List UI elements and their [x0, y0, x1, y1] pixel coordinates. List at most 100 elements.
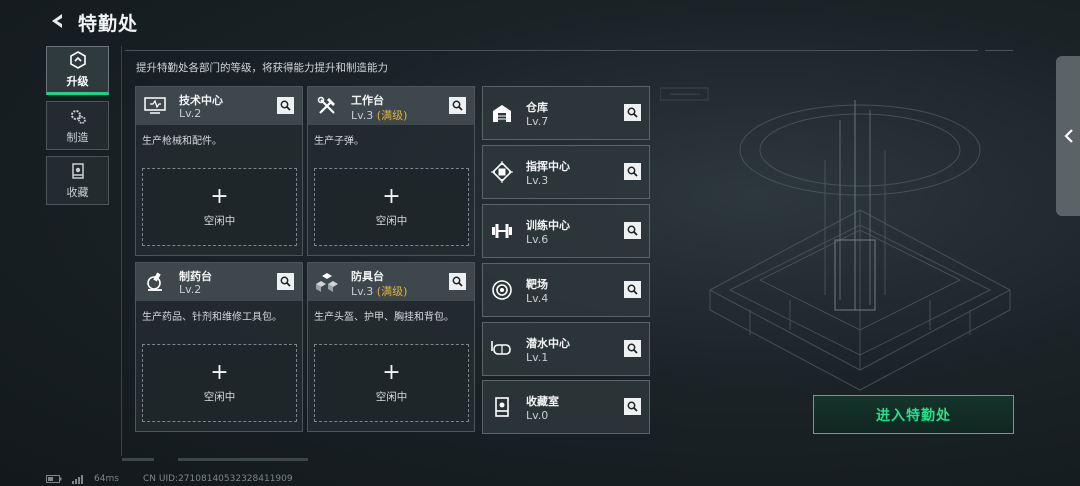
base-blueprint-illustration	[660, 87, 1012, 391]
search-icon	[627, 107, 638, 118]
card-name: 靶场	[526, 278, 548, 291]
user-id: CN UID:271081405323284119​09	[143, 474, 293, 484]
facility-card-shooting-range[interactable]: 靶场 Lv.4	[482, 263, 650, 317]
back-arrow-icon	[52, 14, 62, 28]
detail-button[interactable]	[449, 273, 466, 290]
detail-button[interactable]	[624, 104, 641, 121]
slot-status: 空闲中	[375, 390, 408, 403]
facility-card-training-center[interactable]: 训练中心 Lv.6	[482, 204, 650, 258]
search-icon	[627, 401, 638, 412]
side-panel-toggle[interactable]	[1056, 56, 1080, 216]
card-header: 制药台 Lv.2	[136, 263, 302, 301]
card-description: 生产子弹。	[314, 136, 364, 147]
detail-button[interactable]	[624, 281, 641, 298]
card-name: 训练中心	[526, 219, 570, 232]
detail-button[interactable]	[277, 273, 294, 290]
production-slot[interactable]: + 空闲中	[142, 344, 297, 422]
tools-icon	[314, 94, 340, 118]
card-level: Lv.2	[179, 283, 201, 296]
display-case-icon	[489, 395, 515, 419]
card-level: Lv.7	[526, 115, 549, 128]
card-description: 生产枪械和配件。	[142, 136, 222, 147]
facility-card-tech-center[interactable]: 技术中心 Lv.2 生产枪械和配件。 + 空闲中	[135, 86, 303, 256]
detail-button[interactable]	[277, 97, 294, 114]
nav-label: 升级	[66, 75, 89, 88]
chip-icon	[489, 160, 515, 184]
card-name: 制药台	[179, 270, 212, 283]
level-value: Lv.2	[179, 283, 202, 296]
level-value: Lv.3	[351, 109, 374, 122]
bottom-decoration	[122, 458, 308, 461]
level-value: Lv.2	[179, 107, 202, 120]
card-name: 工作台	[351, 94, 384, 107]
facility-card-workbench[interactable]: 工作台 Lv.3 (满级) 生产子弹。 + 空闲中	[307, 86, 475, 256]
upgrade-icon	[68, 50, 88, 70]
card-name: 潜水中心	[526, 337, 570, 350]
header-divider-short	[985, 50, 1013, 51]
card-description: 生产药品、针剂和维修工具包。	[142, 312, 282, 323]
card-level: Lv.3 (满级)	[351, 107, 407, 123]
target-icon	[489, 278, 515, 302]
card-header: 防具台 Lv.3 (满级)	[308, 263, 474, 301]
ping-text: 64ms	[94, 474, 119, 484]
side-nav: 升级 制造 收藏	[46, 46, 109, 211]
header-divider	[125, 50, 978, 51]
detail-button[interactable]	[449, 97, 466, 114]
nav-item-upgrade[interactable]: 升级	[46, 46, 109, 95]
production-slot[interactable]: + 空闲中	[314, 344, 469, 422]
level-value: Lv.3	[351, 285, 374, 298]
gears-icon	[68, 106, 88, 126]
facility-card-diving-center[interactable]: 潜水中心 Lv.1	[482, 322, 650, 376]
nav-label: 收藏	[66, 186, 89, 199]
search-icon	[627, 225, 638, 236]
facility-card-warehouse[interactable]: 仓库 Lv.7	[482, 86, 650, 140]
search-icon	[627, 343, 638, 354]
dumbbell-icon	[489, 219, 515, 243]
nav-label: 制造	[66, 131, 89, 144]
microscope-icon	[142, 270, 168, 294]
nav-item-collection[interactable]: 收藏	[46, 156, 109, 205]
search-icon	[452, 276, 463, 287]
collection-icon	[68, 161, 88, 181]
warehouse-icon	[489, 101, 515, 125]
facility-card-command-center[interactable]: 指挥中心 Lv.3	[482, 145, 650, 199]
diving-mask-icon	[489, 337, 515, 361]
facility-card-armor-bench[interactable]: 防具台 Lv.3 (满级) 生产头盔、护甲、胸挂和背包。 + 空闲中	[307, 262, 475, 432]
monitor-icon	[142, 94, 168, 118]
slot-status: 空闲中	[203, 214, 236, 227]
search-icon	[627, 284, 638, 295]
plus-icon: +	[210, 183, 229, 209]
card-header: 工作台 Lv.3 (满级)	[308, 87, 474, 125]
detail-button[interactable]	[624, 340, 641, 357]
battery-icon	[46, 475, 62, 483]
plus-icon: +	[382, 359, 401, 385]
cubes-icon	[314, 270, 340, 294]
search-icon	[280, 276, 291, 287]
max-level-badge: (满级)	[376, 109, 408, 122]
card-name: 收藏室	[526, 395, 559, 408]
card-level: Lv.3 (满级)	[351, 283, 407, 299]
slot-status: 空闲中	[375, 214, 408, 227]
card-level: Lv.4	[526, 292, 549, 305]
nav-item-craft[interactable]: 制造	[46, 101, 109, 150]
card-level: Lv.0	[526, 409, 549, 422]
plus-icon: +	[382, 183, 401, 209]
card-level: Lv.3	[526, 174, 549, 187]
detail-button[interactable]	[624, 398, 641, 415]
facility-card-collection-room[interactable]: 收藏室 Lv.0	[482, 380, 650, 434]
detail-button[interactable]	[624, 163, 641, 180]
page-subtitle: 提升特勤处各部门的等级，将获得能力提升和制造能力	[136, 62, 388, 74]
production-slot[interactable]: + 空闲中	[142, 168, 297, 246]
signal-icon	[72, 474, 83, 484]
facility-card-pharmacy[interactable]: 制药台 Lv.2 生产药品、针剂和维修工具包。 + 空闲中	[135, 262, 303, 432]
slot-status: 空闲中	[203, 390, 236, 403]
card-name: 仓库	[526, 101, 548, 114]
detail-button[interactable]	[624, 222, 641, 239]
search-icon	[280, 100, 291, 111]
side-divider	[121, 46, 122, 456]
enter-special-ops-button[interactable]: 进入特勤处	[813, 395, 1014, 434]
card-level: Lv.6	[526, 233, 549, 246]
production-slot[interactable]: + 空闲中	[314, 168, 469, 246]
back-button[interactable]	[46, 10, 68, 32]
card-description: 生产头盔、护甲、胸挂和背包。	[314, 312, 454, 323]
